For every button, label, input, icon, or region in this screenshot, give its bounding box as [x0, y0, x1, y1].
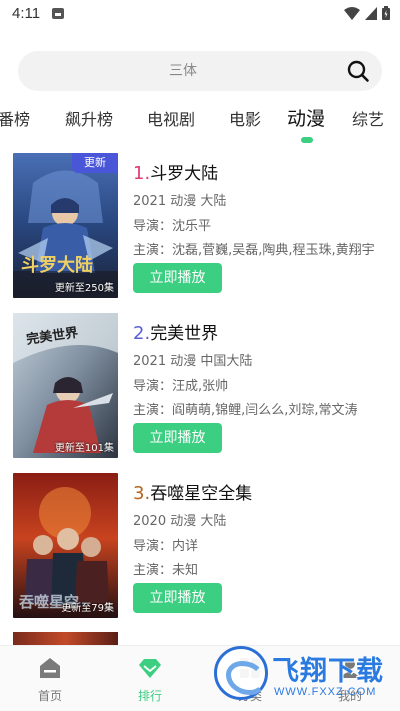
- search-bar[interactable]: 三体: [18, 51, 382, 91]
- play-button[interactable]: 立即播放: [133, 423, 222, 453]
- rank-number: 2.: [133, 323, 151, 344]
- title-text: 斗罗大陆: [150, 164, 219, 184]
- item-meta: 2021 动漫 大陆: [133, 194, 227, 209]
- item-title[interactable]: 3.吞噬星空全集: [133, 479, 252, 504]
- signal-icon: [365, 6, 377, 20]
- item-director: 导演：汪成,张帅: [133, 379, 229, 394]
- item-director: 导演：沈乐平: [133, 219, 212, 234]
- title-text: 吞噬星空全集: [150, 484, 253, 504]
- diamond-icon: [139, 659, 161, 678]
- watermark-url: WWW.FXXZ.COM: [274, 686, 377, 698]
- wifi-icon: [344, 6, 360, 20]
- update-badge: 更新: [72, 153, 118, 173]
- search-icon[interactable]: [346, 59, 370, 83]
- poster-image[interactable]: 斗罗大陆 更新 更新至250集: [13, 153, 118, 298]
- watermark-logo: 飞翔下载 WWW.FXXZ.COM: [214, 644, 392, 704]
- svg-text:斗罗大陆: 斗罗大陆: [21, 254, 93, 276]
- status-time: 4:11: [12, 5, 41, 22]
- title-text: 完美世界: [150, 324, 219, 344]
- tab-movie[interactable]: 电影: [229, 106, 261, 130]
- item-title[interactable]: 2.完美世界: [133, 319, 218, 344]
- rank-number: 1.: [133, 163, 151, 184]
- watermark-logo-icon: [214, 646, 268, 700]
- item-title[interactable]: 1.斗罗大陆: [133, 159, 218, 184]
- item-meta: 2021 动漫 中国大陆: [133, 354, 253, 369]
- tab-tv[interactable]: 电视剧: [147, 106, 195, 130]
- tab-rising[interactable]: 飙升榜: [65, 106, 113, 130]
- tab-variety[interactable]: 综艺: [352, 106, 384, 130]
- item-cast: 主演：阎萌萌,锦鲤,闫么么,刘琮,常文涛: [133, 403, 358, 418]
- episode-count: 更新至250集: [54, 283, 114, 294]
- search-input[interactable]: 三体: [18, 51, 348, 91]
- tab-anime[interactable]: 动漫: [287, 104, 325, 131]
- gallery-notification-icon: [52, 8, 64, 19]
- nav-ranking-label: 排行: [137, 689, 162, 703]
- tab-indicator: [301, 137, 313, 143]
- episode-count: 更新至101集: [54, 443, 114, 454]
- item-director: 导演：内详: [133, 539, 199, 554]
- item-cast: 主演：沈磊,菅巍,吴磊,陶典,程玉珠,黄翔宇: [133, 243, 375, 258]
- play-button[interactable]: 立即播放: [133, 263, 222, 293]
- episode-count: 更新至79集: [61, 603, 114, 614]
- item-meta: 2020 动漫 大陆: [133, 514, 227, 529]
- list-item[interactable]: 斗罗大陆 更新 更新至250集 1.斗罗大陆 2021 动漫 大陆 导演：沈乐平…: [0, 153, 400, 303]
- poster-image[interactable]: 完美世界 更新至101集: [13, 313, 118, 458]
- watermark-title: 飞翔下载: [272, 656, 384, 687]
- nav-home-label: 首页: [37, 689, 62, 703]
- nav-home[interactable]: 首页: [10, 646, 90, 711]
- poster-image[interactable]: 吞噬星空 更新至79集: [13, 473, 118, 618]
- rank-number: 3.: [133, 483, 151, 504]
- next-poster-peek: [13, 632, 118, 646]
- battery-icon: [382, 6, 390, 20]
- nav-ranking[interactable]: 排行: [110, 646, 190, 711]
- status-bar: 4:11: [0, 0, 400, 28]
- list-item[interactable]: 完美世界 更新至101集 2.完美世界 2021 动漫 中国大陆 导演：汪成,张…: [0, 313, 400, 463]
- item-cast: 主演：未知: [133, 563, 199, 578]
- list-item[interactable]: 吞噬星空 更新至79集 3.吞噬星空全集 2020 动漫 大陆 导演：内详 主演…: [0, 473, 400, 623]
- category-tabs: 番榜 飙升榜 电视剧 电影 动漫 综艺: [0, 100, 400, 148]
- tab-hot[interactable]: 番榜: [0, 106, 30, 130]
- home-icon: [40, 658, 60, 678]
- status-icons: [344, 6, 390, 20]
- play-button[interactable]: 立即播放: [133, 583, 222, 613]
